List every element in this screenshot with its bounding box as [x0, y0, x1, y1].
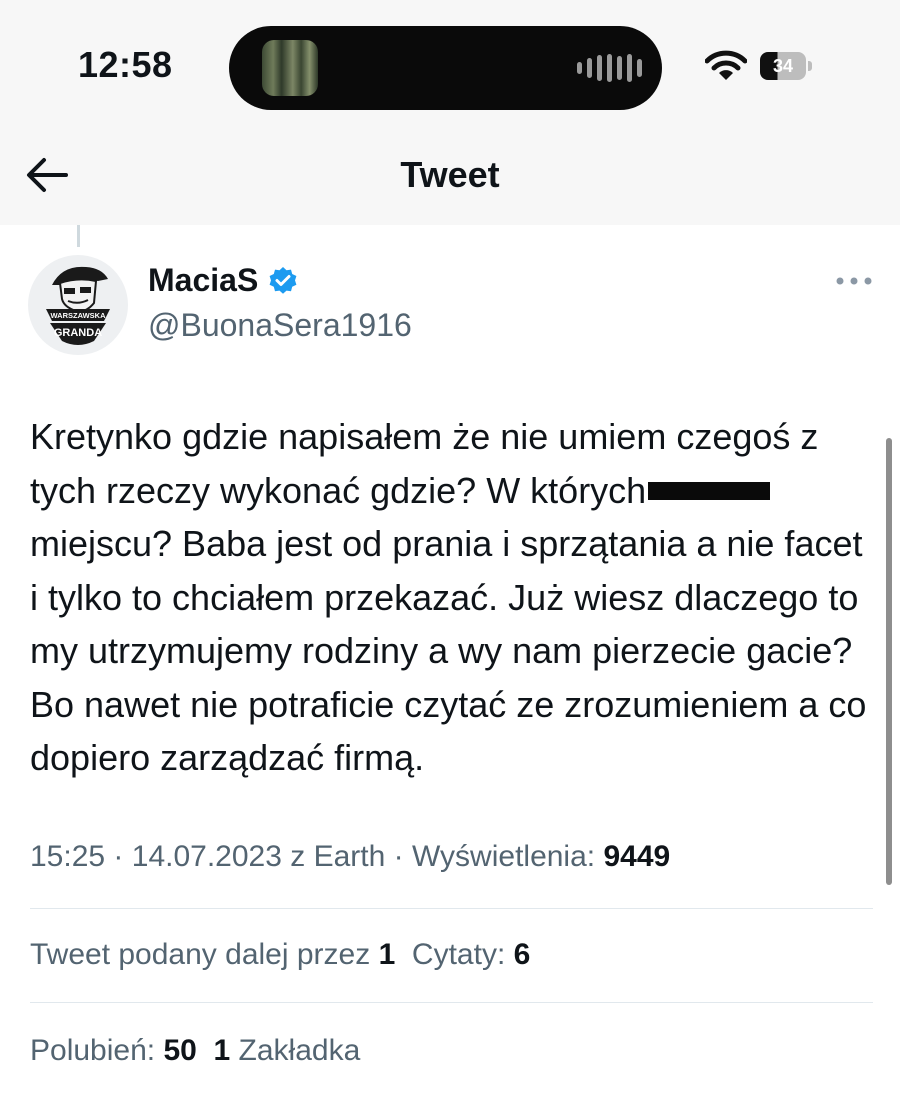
dynamic-island[interactable] — [229, 26, 662, 110]
tweet-source: z Earth — [290, 840, 386, 873]
retweets-stat[interactable]: Tweet podany dalej przez 1 — [30, 938, 395, 971]
audio-wave-icon — [577, 54, 642, 82]
status-bar: 12:58 34 — [0, 0, 900, 120]
divider — [30, 1002, 873, 1003]
stats-row-shares: Tweet podany dalej przez 1 Cytaty: 6 — [30, 938, 530, 972]
author-row[interactable]: MaciaS — [148, 262, 298, 299]
page-title: Tweet — [400, 154, 500, 195]
views-count: 9449 — [603, 840, 671, 873]
bookmarks-label: Zakładka — [238, 1034, 361, 1067]
nav-header: Tweet — [0, 120, 900, 225]
avatar-text-bottom: GRANDA — [54, 327, 102, 339]
quotes-count: 6 — [513, 938, 531, 971]
wifi-icon — [705, 50, 747, 80]
battery-icon: 34 — [760, 52, 812, 80]
more-dots-icon[interactable] — [834, 270, 874, 292]
display-name[interactable]: MaciaS — [148, 262, 258, 299]
likes-label: Polubień: — [30, 1034, 156, 1067]
avatar[interactable]: WARSZAWSKA GRANDA — [28, 255, 128, 355]
likes-stat[interactable]: Polubień: 50 — [30, 1034, 197, 1067]
retweets-count: 1 — [378, 938, 396, 971]
status-time: 12:58 — [78, 44, 173, 85]
censor-bar — [648, 481, 771, 500]
tweet-text-part2: miejscu? Baba jest od prania i sprzątani… — [30, 523, 867, 778]
bookmarks-count: 1 — [213, 1034, 231, 1067]
tweet-meta: 15:25 · 14.07.2023 z Earth · Wyświetleni… — [30, 840, 670, 874]
retweets-label: Tweet podany dalej przez — [30, 938, 371, 971]
tweet-date[interactable]: 14.07.2023 — [132, 840, 282, 873]
scrollbar[interactable] — [886, 438, 892, 885]
avatar-text-top: WARSZAWSKA — [51, 311, 107, 320]
bookmarks-stat[interactable]: 1 Zakładka — [214, 1034, 361, 1067]
likes-count: 50 — [163, 1034, 197, 1067]
views-label: Wyświetlenia: — [412, 840, 596, 873]
avatar-logo-icon: WARSZAWSKA GRANDA — [46, 266, 110, 345]
verified-badge-icon — [269, 266, 297, 294]
tweet-text: Kretynko gdzie napisałem że nie umiem cz… — [30, 410, 870, 785]
meta-separator: · — [113, 840, 124, 873]
tweet-time[interactable]: 15:25 — [30, 840, 105, 873]
quotes-label: Cytaty: — [411, 938, 506, 971]
stats-row-likes: Polubień: 50 1 Zakładka — [30, 1034, 360, 1068]
author-handle[interactable]: @BuonaSera1916 — [148, 307, 412, 344]
quotes-stat[interactable]: Cytaty: 6 — [412, 938, 530, 971]
battery-level: 34 — [760, 52, 806, 80]
divider — [30, 908, 873, 909]
meta-separator: · — [393, 840, 404, 873]
media-thumbnail — [262, 40, 318, 96]
thread-line — [77, 225, 80, 247]
